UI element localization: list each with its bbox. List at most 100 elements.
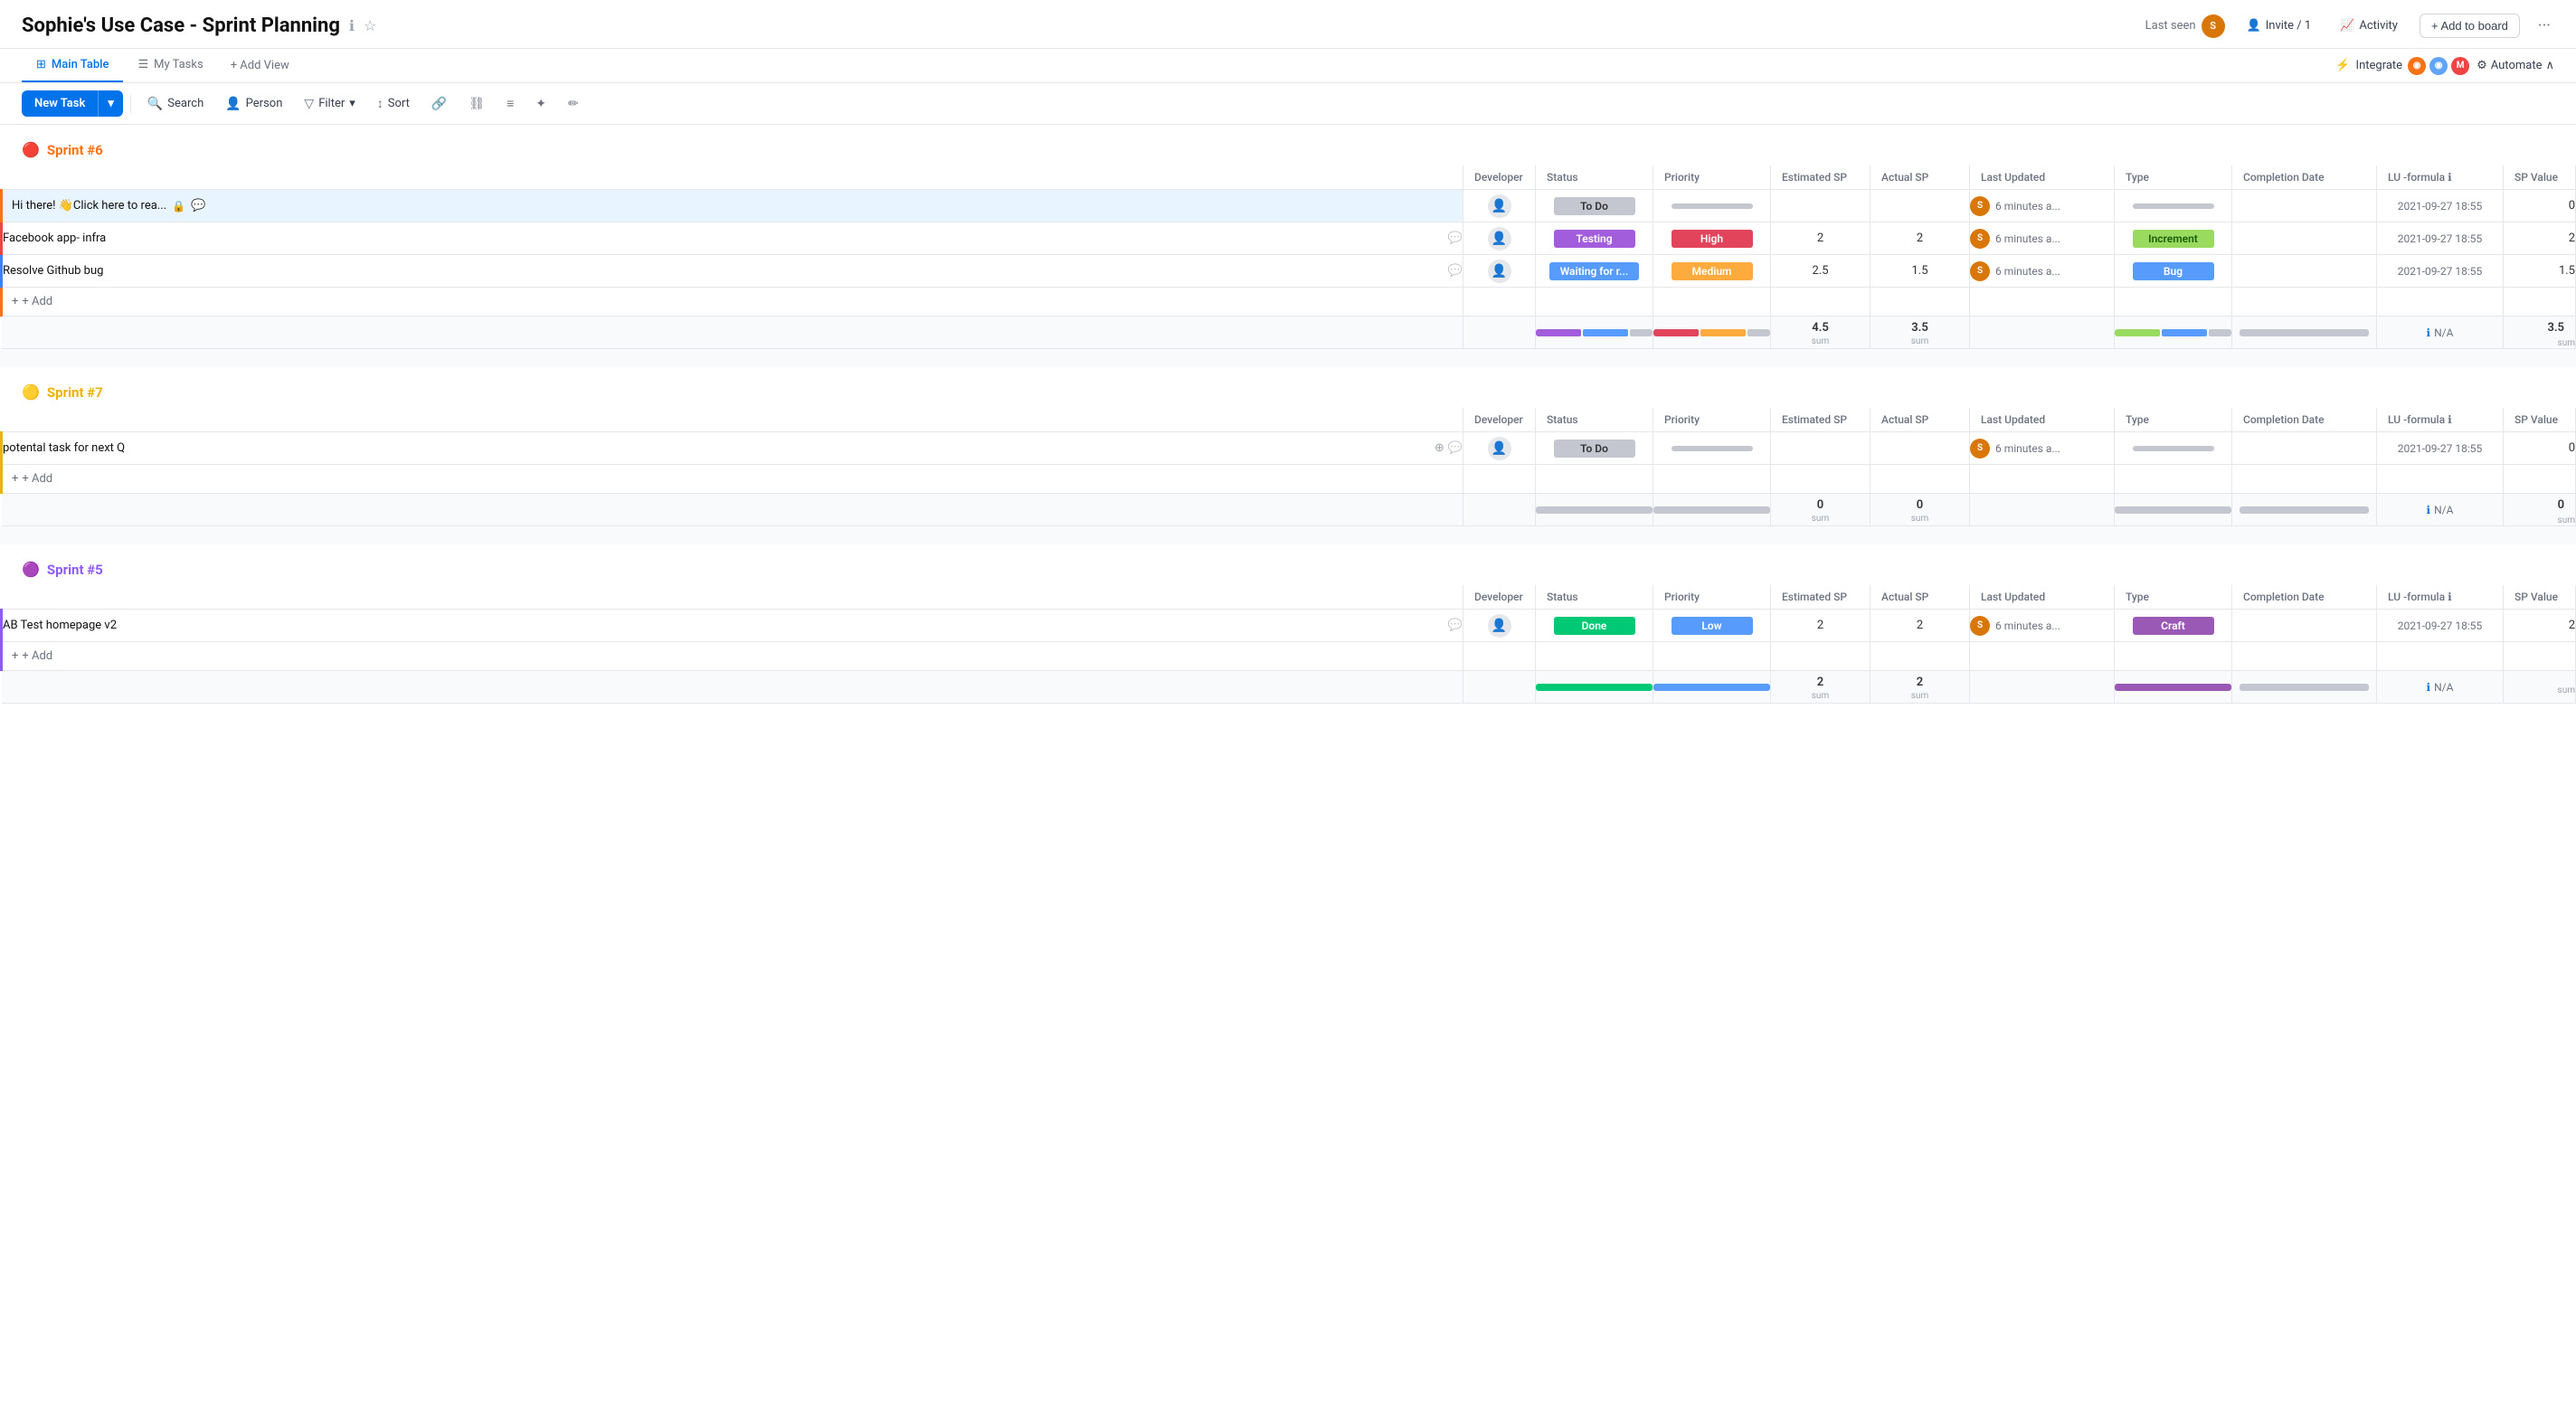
info-icon[interactable]: ℹ	[349, 17, 355, 34]
activity-button[interactable]: 📈 Activity	[2333, 15, 2405, 36]
sprint-5-collapse[interactable]: 🟣	[22, 561, 40, 578]
filter-button[interactable]: ▽ Filter ▾	[295, 92, 364, 116]
completion-date-cell[interactable]	[2232, 190, 2377, 222]
completion-date-cell[interactable]	[2232, 610, 2377, 642]
priority-cell[interactable]: Low	[1653, 610, 1771, 642]
last-updated-cell[interactable]: S 6 minutes a...	[1970, 255, 2115, 288]
priority-cell[interactable]	[1653, 432, 1771, 465]
task-name-cell[interactable]: potental task for next Q ⊕ 💬	[2, 432, 1463, 465]
sort-button[interactable]: ↕ Sort	[368, 91, 419, 116]
actual-sp-cell[interactable]	[1870, 190, 1970, 222]
status-bar-empty	[1630, 329, 1653, 336]
tab-main-table[interactable]: ⊞ Main Table	[22, 49, 123, 82]
add-task-cell[interactable]: + + Add	[2, 642, 1463, 671]
task-name-cell[interactable]: Resolve Github bug 💬	[2, 255, 1463, 288]
priority-cell[interactable]	[1653, 190, 1771, 222]
search-button[interactable]: 🔍 Search	[138, 92, 213, 116]
magic-button[interactable]: ✦	[526, 92, 555, 116]
actual-sp-cell[interactable]: 2	[1870, 222, 1970, 255]
integrate-button[interactable]: ⚡ Integrate ◉ ◉ M	[2335, 57, 2469, 75]
comment-icon[interactable]: 💬	[191, 199, 205, 213]
status-cell[interactable]: Done	[1536, 610, 1653, 642]
dev-cell[interactable]: 👤	[1463, 432, 1536, 465]
comment-icon[interactable]: 💬	[1448, 232, 1463, 245]
dev-cell[interactable]: 👤	[1463, 610, 1536, 642]
list-button[interactable]: ≡	[497, 91, 523, 116]
more-options-button[interactable]: ···	[2534, 13, 2554, 39]
comment-icon[interactable]: 💬	[1448, 264, 1463, 278]
actual-sp-cell[interactable]: 2	[1870, 610, 1970, 642]
lu-formula-cell[interactable]: 2021-09-27 18:55	[2377, 190, 2504, 222]
task-name-text: Resolve Github bug	[3, 264, 1443, 278]
new-task-dropdown[interactable]: ▾	[98, 90, 123, 117]
completion-date-cell[interactable]	[2232, 432, 2377, 465]
comment-icon[interactable]: 💬	[1448, 619, 1463, 632]
automate-button[interactable]: ⚙ Automate ∧	[2477, 59, 2554, 72]
dev-cell[interactable]: 👤	[1463, 222, 1536, 255]
priority-cell[interactable]: High	[1653, 222, 1771, 255]
unlink-button[interactable]: ⛓	[459, 92, 494, 116]
comment-icon[interactable]: 💬	[1448, 441, 1463, 455]
last-updated-cell[interactable]: S 6 minutes a...	[1970, 222, 2115, 255]
user-avatar: S	[1970, 196, 1990, 216]
completion-date-cell[interactable]	[2232, 222, 2377, 255]
add-task-button[interactable]: + + Add	[3, 291, 1463, 312]
dev-cell[interactable]: 👤	[1463, 190, 1536, 222]
estimated-sp-cell[interactable]: 2	[1771, 222, 1870, 255]
estimated-sp-cell[interactable]	[1771, 432, 1870, 465]
dev-cell[interactable]: 👤	[1463, 255, 1536, 288]
add-task-button[interactable]: + + Add	[3, 646, 1463, 667]
last-seen: Last seen S	[2145, 14, 2225, 38]
sp-value-cell[interactable]: 2	[2504, 222, 2576, 255]
estimated-sp-cell[interactable]	[1771, 190, 1870, 222]
add-view-button[interactable]: + Add View	[218, 50, 302, 81]
priority-cell[interactable]: Medium	[1653, 255, 1771, 288]
lu-formula-cell[interactable]: 2021-09-27 18:55	[2377, 255, 2504, 288]
estimated-sp-cell[interactable]: 2	[1771, 610, 1870, 642]
lu-formula-cell[interactable]: 2021-09-27 18:55	[2377, 222, 2504, 255]
last-updated-cell[interactable]: S 6 minutes a...	[1970, 432, 2115, 465]
type-cell[interactable]	[2115, 190, 2232, 222]
task-name-cell[interactable]: Hi there! 👋Click here to rea... 🔒 💬	[2, 190, 1463, 222]
edit-button[interactable]: ✏	[559, 92, 588, 116]
add-task-cell[interactable]: + + Add	[2, 465, 1463, 494]
add-dev-icon[interactable]: ⊕	[1435, 441, 1444, 455]
timestamp-inner: S 6 minutes a...	[1970, 616, 2114, 636]
link-button[interactable]: 🔗	[422, 92, 456, 116]
status-cell[interactable]: To Do	[1536, 190, 1653, 222]
sp-value-cell[interactable]: 0	[2504, 190, 2576, 222]
sprint-6-collapse[interactable]: 🔴	[22, 141, 40, 158]
sp-value-cell[interactable]: 2	[2504, 610, 2576, 642]
sprint-7-collapse[interactable]: 🟡	[22, 383, 40, 401]
completion-date-cell[interactable]	[2232, 255, 2377, 288]
status-cell[interactable]: Testing	[1536, 222, 1653, 255]
last-updated-cell[interactable]: S 6 minutes a...	[1970, 610, 2115, 642]
actual-sp-cell[interactable]	[1870, 432, 1970, 465]
lu-formula-cell[interactable]: 2021-09-27 18:55	[2377, 432, 2504, 465]
estimated-sp-cell[interactable]: 2.5	[1771, 255, 1870, 288]
sp-value-cell[interactable]: 1.5	[2504, 255, 2576, 288]
type-cell[interactable]: Increment	[2115, 222, 2232, 255]
add-task-cell[interactable]: + + Add	[2, 288, 1463, 317]
status-cell[interactable]: To Do	[1536, 432, 1653, 465]
add-task-button[interactable]: + + Add	[3, 468, 1463, 489]
star-icon[interactable]: ☆	[364, 17, 376, 34]
type-cell[interactable]: Bug	[2115, 255, 2232, 288]
lu-formula-cell[interactable]: 2021-09-27 18:55	[2377, 610, 2504, 642]
collapse-icon[interactable]: ∧	[2545, 59, 2554, 72]
last-updated-cell[interactable]: S 6 minutes a...	[1970, 190, 2115, 222]
sum-name-cell	[2, 494, 1463, 526]
task-name-cell[interactable]: Facebook app- infra 💬	[2, 222, 1463, 255]
person-filter-button[interactable]: 👤 Person	[216, 92, 291, 116]
tab-my-tasks[interactable]: ☰ My Tasks	[123, 49, 217, 82]
type-cell[interactable]: Craft	[2115, 610, 2232, 642]
type-cell[interactable]	[2115, 432, 2232, 465]
new-task-button[interactable]: New Task ▾	[22, 90, 123, 117]
status-cell[interactable]: Waiting for r...	[1536, 255, 1653, 288]
add-to-board-button[interactable]: + Add to board	[2420, 14, 2520, 38]
sprint-7-table: Developer Status Priority Estimated SP A…	[0, 408, 2576, 526]
task-name-cell[interactable]: AB Test homepage v2 💬	[2, 610, 1463, 642]
sp-value-cell[interactable]: 0	[2504, 432, 2576, 465]
invite-button[interactable]: 👤 Invite / 1	[2240, 15, 2319, 36]
actual-sp-cell[interactable]: 1.5	[1870, 255, 1970, 288]
